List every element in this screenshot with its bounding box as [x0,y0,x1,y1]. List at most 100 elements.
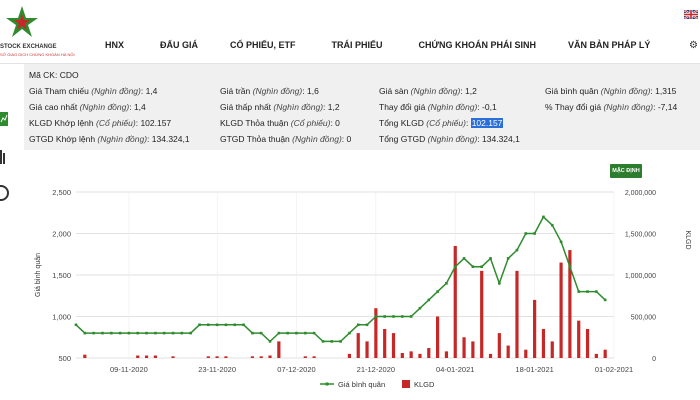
y-right-tick-label: 1,000,000 [625,273,656,280]
price-point [356,323,360,327]
info-value: -0,1 [482,102,497,112]
info-label: Giá Tham chiếu [29,86,89,96]
info-value: -7,14 [657,102,678,112]
info-row: Giá trần (Nghìn đồng): 1,6 [220,86,319,96]
price-point [304,331,307,335]
settings-gear-icon[interactable]: ⚙ [689,40,698,51]
volume-bar [585,328,590,358]
nav-hnx[interactable]: HNX [105,40,124,54]
price-point [383,315,386,318]
volume-bar [400,353,404,358]
price-point [321,340,325,343]
volume-bar [171,356,175,358]
price-point [74,323,78,327]
info-unit: (Nghìn đồng) [79,102,130,112]
volume-bar [418,353,422,358]
info-label: % Thay đổi giá [545,102,602,112]
info-label: GTGD Thỏa thuận [220,134,290,144]
price-point [374,315,378,318]
main-nav: HNX ĐẤU GIÁ CỔ PHIẾU, ETF TRÁI PHIẾU CHỨ… [105,40,650,54]
info-value-selected[interactable]: 102.157 [470,118,504,128]
info-value: 1,6 [306,86,319,96]
info-value: 1,4 [133,102,146,112]
info-value: 1,315 [655,86,677,96]
price-point [330,340,334,343]
y-right-tick-label: 2,000,000 [625,190,656,197]
volume-bar [153,355,157,358]
circle-control-icon[interactable] [0,184,10,202]
x-tick-label: 01-02-2021 [595,365,633,374]
volume-bar [391,333,396,358]
price-point [577,290,581,293]
price-point [436,290,439,293]
price-line [75,215,606,343]
volume-bar [356,333,360,358]
info-value: 1,2 [327,102,340,112]
volume-bar [603,349,607,358]
hnx-logo[interactable]: STOCK EXCHANGE SỞ GIAO DỊCH CHỨNG KHOÁN … [0,4,75,60]
nav-co-phieu-etf[interactable]: CỔ PHIẾU, ETF [230,40,296,54]
info-label: Tổng GTGD [379,134,426,144]
price-point [312,331,316,335]
price-point [445,282,448,285]
x-tick-label: 09-11-2020 [110,365,148,374]
volume-bar [347,353,352,358]
price-point [480,265,484,268]
volume-bar [427,348,431,358]
price-point [180,331,184,335]
nav-trai-phieu[interactable]: TRÁI PHIẾU [332,40,383,54]
info-unit: (Nghìn đồng) [410,86,461,96]
price-point [392,315,395,318]
price-point [295,331,298,335]
price-point [559,240,563,244]
volume-bar [577,320,581,358]
volume-bar [409,351,413,358]
info-label: Thay đổi giá [379,102,426,112]
volume-bar [250,356,254,358]
info-label: KLGD Khớp lệnh [29,118,94,128]
volume-bar [533,299,537,358]
legend-swatch-volume [402,380,410,388]
price-point [92,331,95,335]
y-right-tick-label: 1,500,000 [625,232,656,239]
volume-bar [497,333,501,358]
info-row: Giá bình quân (Nghìn đồng): 1,315 [545,86,677,96]
info-row: GTGD Thỏa thuận (Nghìn đồng): 0 [220,134,352,144]
price-point [189,331,192,335]
volume-bar [444,351,449,358]
price-point [206,323,210,327]
nav-chung-khoan-phai-sinh[interactable]: CHỨNG KHOÁN PHÁI SINH [419,40,536,54]
price-point [550,223,554,227]
volume-bar [268,355,272,358]
y-right-axis-title: KLGD [684,230,691,249]
info-label: Giá thấp nhất [220,102,272,112]
volume-bar [524,349,528,358]
stock-exchange-star-icon [6,6,38,37]
volume-bar [506,345,510,358]
legend-label-volume: KLGD [414,380,435,389]
y-left-tick-label: 500 [58,354,71,363]
price-point [268,340,272,343]
volume-bar [436,316,440,358]
chart-toggle-icon[interactable] [0,112,10,126]
logo-text: STOCK EXCHANGE [0,44,57,50]
volume-bar [488,353,493,358]
price-point [154,331,157,335]
info-value: 1,2 [465,86,477,96]
nav-dau-gia[interactable]: ĐẤU GIÁ [160,40,198,54]
volume-bar [215,356,219,358]
price-point [409,315,413,318]
price-point [453,265,457,268]
bar-view-icon[interactable] [0,150,10,164]
info-unit: (Nghìn đồng) [600,86,651,96]
price-point [603,298,607,302]
info-row: Tổng GTGD (Nghìn đồng): 134.324,1 [379,134,520,144]
volume-bar [453,245,457,358]
price-point [145,331,148,335]
info-row: Tổng KLGD (Cổ phiếu): 102.157 [379,118,504,128]
price-point [277,331,281,335]
uk-flag-icon[interactable] [684,10,698,19]
info-label: Giá cao nhất [29,102,78,112]
price-point [339,340,342,343]
nav-van-ban-phap-ly[interactable]: VĂN BẢN PHÁP LÝ [568,40,650,54]
